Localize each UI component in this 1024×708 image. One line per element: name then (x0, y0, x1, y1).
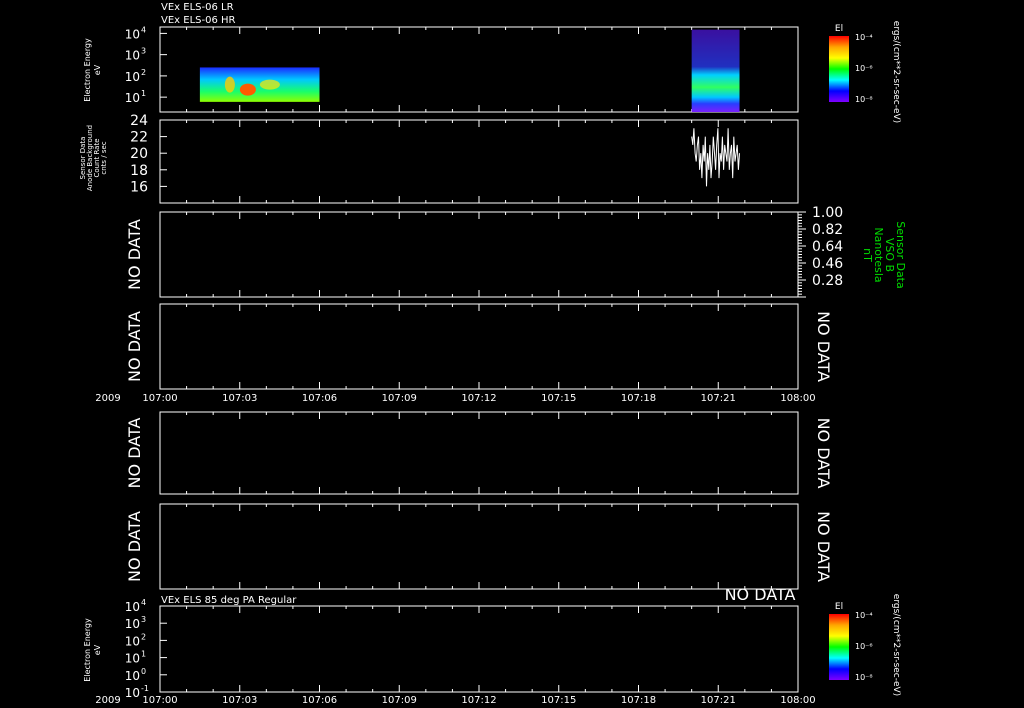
right-tick-label: 0.46 (812, 256, 843, 272)
spectrogram-hotspot (259, 79, 280, 90)
y-tick-label: 10 (125, 634, 140, 648)
time-axis-bottom-tick-label: 107:12 (461, 695, 496, 706)
y-tick-label: 22 (130, 130, 148, 146)
time-axis-mid-tick-label: 108:00 (780, 393, 815, 404)
spectrogram-hotspot (224, 76, 235, 93)
right-tick-label: 0.28 (812, 273, 843, 289)
time-axis-bottom-tick-label: 107:15 (541, 695, 576, 706)
y-tick-exponent: 1 (141, 89, 146, 98)
y-tick-label: 16 (130, 179, 148, 195)
y-tick-label: 10 (125, 70, 140, 84)
y-tick-exponent: 4 (141, 25, 146, 34)
y-tick-label: 10 (125, 686, 140, 700)
colorbar-1 (829, 36, 849, 102)
y-tick-label: 18 (130, 163, 148, 179)
time-axis-mid-tick-label: 107:03 (222, 393, 257, 404)
y-tick-exponent: 2 (141, 632, 146, 641)
no-data-label-right: NO DATA (814, 511, 833, 582)
time-axis-mid-tick-label: 107:09 (382, 393, 417, 404)
time-axis-mid-tick-label: 107:15 (541, 393, 576, 404)
y-tick-exponent: 2 (141, 68, 146, 77)
panel-frame-4 (159, 303, 799, 390)
plot-canvas: { "chart_data": [ { "type": "heatmap", "… (0, 0, 1024, 708)
time-axis-bottom-tick-label: 107:06 (302, 695, 337, 706)
no-data-label: NO DATA (125, 311, 144, 382)
colorbar-2-tick: 10⁻⁸ (855, 673, 873, 682)
no-data-label: NO DATA (125, 219, 144, 290)
colorbar-1-tick: 10⁻⁶ (855, 64, 873, 73)
panel1-title-line2: VEx ELS-06 HR (161, 15, 236, 26)
time-axis-mid-tick-label: 107:12 (461, 393, 496, 404)
y-tick-label: 10 (125, 49, 140, 63)
time-axis-mid-tick-label: 107:06 (302, 393, 337, 404)
colorbar-1-title: El (835, 24, 843, 34)
panel-frame-7 (159, 605, 799, 693)
y-tick-exponent: 0 (141, 667, 146, 676)
no-data-label: NO DATA (125, 418, 144, 489)
time-axis-bottom-year: 2009 (95, 695, 120, 706)
panel7-ylabel-unit: eV (93, 644, 102, 655)
y-tick-label: 10 (125, 669, 140, 683)
y-tick-exponent: 4 (141, 598, 146, 607)
panel2-ylabel: cnts / sec (100, 141, 108, 174)
time-axis-bottom-tick-label: 107:00 (142, 695, 177, 706)
y-tick-label: 10 (125, 27, 140, 41)
no-data-label-right: NO DATA (814, 418, 833, 489)
colorbar-1-tick: 10⁻⁴ (855, 33, 873, 42)
spectrogram-hotspot (239, 83, 256, 96)
y-tick-exponent: 3 (141, 615, 146, 624)
y-tick-label: 10 (125, 91, 140, 105)
time-axis-bottom-tick-label: 108:00 (780, 695, 815, 706)
right-tick-label: 0.64 (812, 239, 843, 255)
panel7-ylabel: Electron Energy (83, 618, 92, 682)
time-axis-mid-tick-label: 107:00 (142, 393, 177, 404)
panel7-title: VEx ELS 85 deg PA Regular (161, 595, 297, 606)
colorbar-2-unit: ergs/(cm**2-sr-sec-eV) (891, 594, 901, 696)
time-axis-mid-tick-label: 107:21 (701, 393, 736, 404)
y-tick-exponent: 1 (141, 650, 146, 659)
count-rate-line (691, 128, 740, 187)
spectrogram-block-2 (691, 29, 740, 113)
time-axis-mid-year: 2009 (95, 393, 120, 404)
colorbar-1-unit: ergs/(cm**2-sr-sec-eV) (891, 21, 901, 123)
y-tick-exponent: 3 (141, 47, 146, 56)
colorbar-2 (829, 614, 849, 680)
time-axis-mid-tick-label: 107:18 (621, 393, 656, 404)
y-tick-label: 24 (130, 113, 148, 129)
y-tick-label: 10 (125, 652, 140, 666)
panel-frame-3 (159, 211, 799, 298)
y-tick-label: 10 (125, 617, 140, 631)
time-axis-bottom-tick-label: 107:21 (701, 695, 736, 706)
panel7-no-data: NO DATA (725, 585, 796, 604)
no-data-label-right: NO DATA (814, 311, 833, 382)
no-data-label: NO DATA (125, 511, 144, 582)
colorbar-2-title: El (835, 602, 843, 612)
time-axis-bottom-tick-label: 107:18 (621, 695, 656, 706)
colorbar-1-tick: 10⁻⁸ (855, 95, 873, 104)
panel-frame-6 (159, 503, 799, 590)
right-tick-label: 1.00 (812, 205, 843, 221)
y-tick-exponent: -1 (141, 684, 149, 693)
spectrogram-block-1 (199, 67, 320, 102)
time-axis-bottom-tick-label: 107:03 (222, 695, 257, 706)
colorbar-2-tick: 10⁻⁴ (855, 611, 873, 620)
colorbar-2-tick: 10⁻⁶ (855, 642, 873, 651)
y-tick-label: 20 (130, 146, 148, 162)
panel3-right-label: nT (861, 248, 874, 262)
panel1-ylabel: Electron Energy (83, 38, 92, 102)
y-tick-label: 10 (125, 600, 140, 614)
plot-svg: 2009 107:00 107:03 107:06 107:09 107:12 107:15… (79, 2, 907, 706)
panel1-title-line1: VEx ELS-06 LR (161, 2, 234, 13)
time-axis-bottom-tick-label: 107:09 (382, 695, 417, 706)
panel-frame-5 (159, 411, 799, 495)
right-tick-label: 0.82 (812, 222, 843, 238)
panel1-ylabel-unit: eV (93, 64, 102, 75)
